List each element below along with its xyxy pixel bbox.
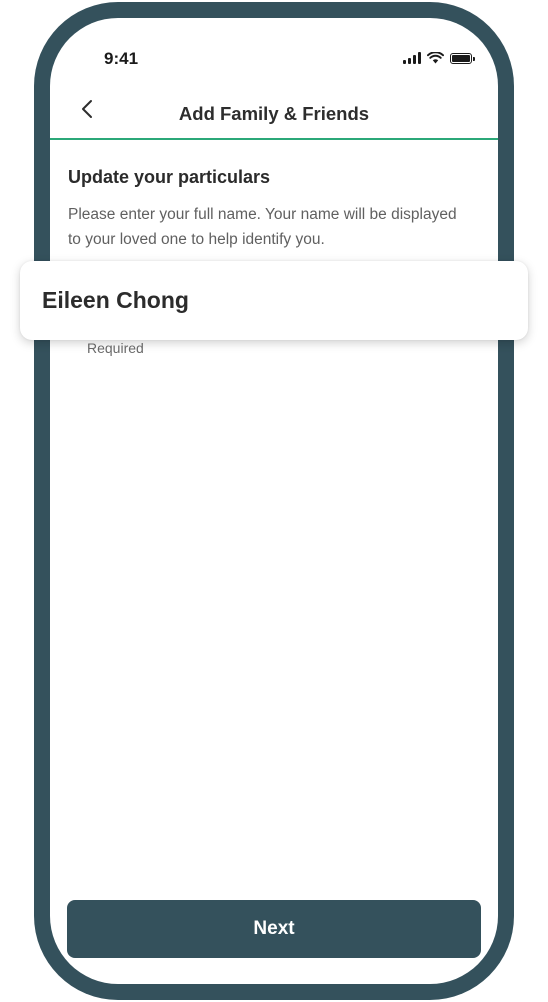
- status-icons: [403, 52, 475, 64]
- full-name-field[interactable]: Eileen Chong: [20, 261, 528, 340]
- phone-screen: 9:41 Add Family & Friends Update your pa…: [50, 18, 498, 984]
- wifi-icon: [427, 52, 444, 64]
- required-helper-text: Required: [87, 340, 144, 356]
- status-time: 9:41: [104, 49, 139, 68]
- signal-icon: [403, 52, 421, 64]
- page-title: Add Family & Friends: [178, 103, 370, 124]
- nav-bar: Add Family & Friends: [50, 82, 498, 140]
- section-heading: Update your particulars: [68, 167, 271, 187]
- status-bar: 9:41: [50, 18, 498, 78]
- next-button[interactable]: Next: [67, 900, 481, 958]
- battery-icon: [450, 52, 475, 64]
- phone-frame: 9:41 Add Family & Friends Update your pa…: [34, 2, 514, 1000]
- section-description: Please enter your full name. Your name w…: [68, 206, 457, 248]
- full-name-value: Eileen Chong: [42, 287, 189, 313]
